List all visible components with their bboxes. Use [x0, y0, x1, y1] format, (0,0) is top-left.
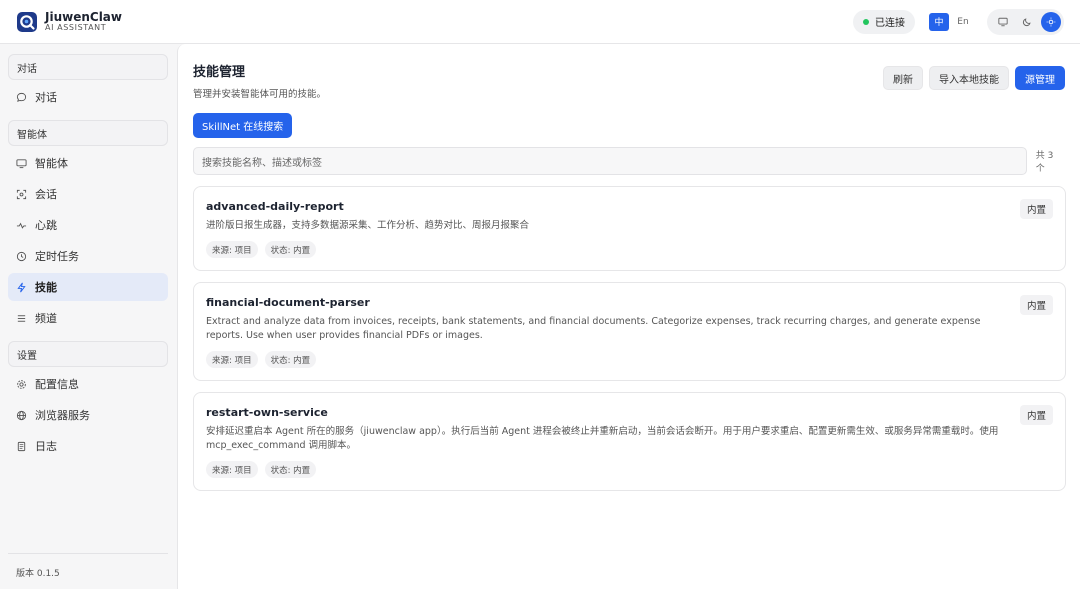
source-tag: 来源: 项目: [206, 241, 258, 258]
brand-name: JiuwenClaw: [45, 9, 122, 24]
sidebar-item-heartbeat[interactable]: 心跳: [8, 211, 168, 239]
skill-card[interactable]: restart-own-service 安排延迟重启本 Agent 所在的服务（…: [193, 392, 1066, 491]
document-icon: [17, 441, 26, 451]
gear-icon: [17, 379, 26, 389]
logo-icon: [17, 11, 37, 32]
sidebar-item-scheduled-tasks[interactable]: 定时任务: [8, 242, 168, 270]
top-header: JiuwenClaw AI ASSISTANT 已连接 中 En: [0, 0, 1080, 44]
theme-system-button[interactable]: [993, 12, 1013, 32]
sidebar: 对话 对话 智能体 智能体 会话 心跳 定时任务 技能 频道 设置 配置信息 浏…: [0, 44, 176, 589]
main-panel: 技能管理 管理并安装智能体可用的技能。 刷新 导入本地技能 源管理 SkillN…: [177, 44, 1080, 589]
skill-description: 安排延迟重启本 Agent 所在的服务（jiuwenclaw app）。执行后当…: [206, 426, 999, 451]
source-tag: 来源: 项目: [206, 461, 258, 478]
theme-switcher: [987, 8, 1064, 35]
sidebar-item-label: 定时任务: [35, 250, 79, 263]
skill-card[interactable]: advanced-daily-report 进阶版日报生成器，支持多数据源采集、…: [193, 186, 1066, 271]
monitor-icon: [16, 158, 27, 168]
sidebar-item-channels[interactable]: 频道: [8, 304, 168, 332]
menu-lines-icon: [17, 314, 26, 322]
skill-name: financial-document-parser: [206, 296, 370, 309]
brand[interactable]: JiuwenClaw AI ASSISTANT: [16, 9, 122, 33]
monitor-icon: [998, 17, 1008, 26]
status-tag: 状态: 内置: [264, 461, 317, 478]
sidebar-item-label: 频道: [35, 312, 57, 325]
source-tag: 来源: 项目: [206, 351, 258, 368]
session-icon: [16, 189, 27, 199]
sidebar-item-logs[interactable]: 日志: [8, 432, 168, 460]
sidebar-item-label: 对话: [35, 91, 57, 104]
builtin-badge: 内置: [1019, 405, 1053, 425]
sidebar-item-chat[interactable]: 对话: [8, 83, 168, 111]
version-label: 版本 0.1.5: [8, 553, 168, 579]
section-settings: 设置: [8, 341, 168, 367]
sidebar-item-browser-service[interactable]: 浏览器服务: [8, 401, 168, 429]
sidebar-item-sessions[interactable]: 会话: [8, 180, 168, 208]
pulse-icon: [16, 222, 27, 229]
sidebar-item-label: 会话: [35, 188, 57, 201]
skill-description: 进阶版日报生成器，支持多数据源采集、工作分析、趋势对比、周报月报聚合: [206, 220, 530, 231]
source-management-button[interactable]: 源管理: [1015, 66, 1065, 90]
builtin-badge: 内置: [1019, 199, 1053, 219]
connection-label: 已连接: [875, 18, 905, 29]
section-agent: 智能体: [8, 120, 168, 146]
skillnet-search-button[interactable]: SkillNet 在线搜索: [193, 113, 293, 138]
chat-bubble-icon: [16, 92, 27, 102]
page-title: 技能管理: [193, 65, 246, 80]
skill-card[interactable]: financial-document-parser Extract and an…: [193, 282, 1066, 381]
sidebar-item-label: 配置信息: [35, 378, 79, 391]
skill-count: 共 3 个: [1035, 151, 1054, 174]
language-switcher: 中 En: [929, 12, 973, 31]
section-chat: 对话: [8, 54, 168, 80]
page-subtitle: 管理并安装智能体可用的技能。: [193, 89, 327, 100]
status-tag: 状态: 内置: [264, 351, 317, 368]
status-dot-icon: [863, 18, 869, 25]
lightning-icon: [17, 282, 26, 292]
theme-dark-button[interactable]: [1017, 12, 1037, 32]
sidebar-item-label: 心跳: [35, 219, 57, 232]
globe-icon: [16, 410, 27, 420]
sidebar-item-label: 智能体: [35, 157, 68, 170]
builtin-badge: 内置: [1019, 295, 1053, 315]
sidebar-item-label: 浏览器服务: [35, 409, 90, 422]
sidebar-item-label: 日志: [35, 440, 57, 453]
theme-light-button[interactable]: [1041, 11, 1061, 32]
sidebar-item-skills[interactable]: 技能: [8, 273, 168, 301]
sidebar-item-config[interactable]: 配置信息: [8, 370, 168, 398]
refresh-button[interactable]: 刷新: [883, 66, 923, 90]
skill-name: advanced-daily-report: [206, 200, 344, 213]
lang-zh-button[interactable]: 中: [929, 12, 949, 31]
moon-icon: [1022, 17, 1031, 26]
sidebar-item-label: 技能: [35, 281, 57, 294]
connection-status: 已连接: [853, 9, 915, 34]
brand-subtitle: AI ASSISTANT: [45, 23, 107, 33]
status-tag: 状态: 内置: [264, 241, 317, 258]
lang-en-button[interactable]: En: [953, 13, 973, 31]
clock-icon: [16, 251, 27, 261]
sidebar-item-agents[interactable]: 智能体: [8, 149, 168, 177]
skill-name: restart-own-service: [206, 406, 328, 419]
skill-description: Extract and analyze data from invoices, …: [206, 316, 981, 341]
skill-search-input[interactable]: 搜索技能名称、描述或标签: [193, 147, 1027, 175]
sun-icon: [1046, 17, 1056, 26]
import-local-skill-button[interactable]: 导入本地技能: [929, 66, 1009, 90]
